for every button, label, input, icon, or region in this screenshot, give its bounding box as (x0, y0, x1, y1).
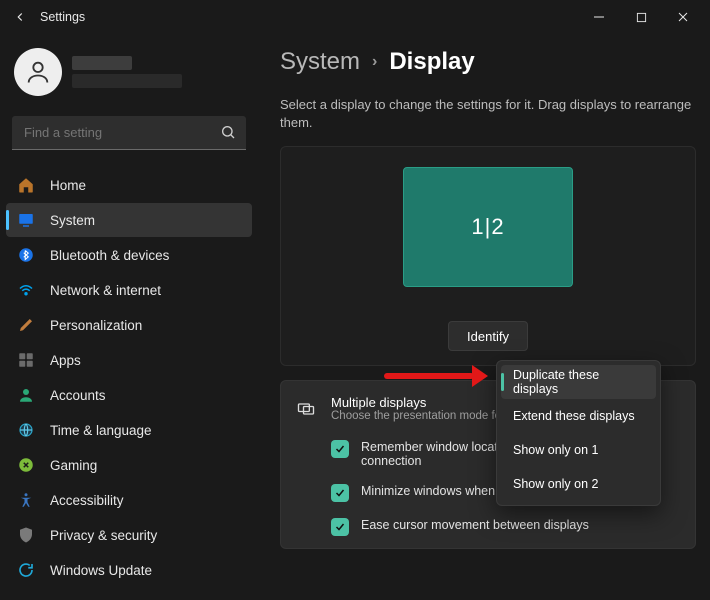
sidebar-item-label: System (50, 213, 95, 228)
content-pane: System › Display Select a display to cha… (258, 34, 710, 600)
accessibility-icon (16, 490, 36, 510)
sidebar-item-label: Accessibility (50, 493, 124, 508)
display-mode-dropdown[interactable]: Duplicate these displays Extend these di… (496, 360, 661, 506)
minimize-button[interactable] (578, 3, 620, 31)
option-show-only-2[interactable]: Show only on 2 (501, 467, 656, 501)
monitor-label: 1|2 (471, 214, 504, 240)
checkbox-checked[interactable] (331, 440, 349, 458)
user-panel[interactable] (6, 42, 252, 112)
sidebar-item-system[interactable]: System (6, 203, 252, 237)
display-hint: Select a display to change the settings … (280, 96, 696, 132)
sidebar-item-gaming[interactable]: Gaming (6, 448, 252, 482)
checkbox-checked[interactable] (331, 484, 349, 502)
user-name-placeholder (72, 56, 182, 88)
back-button[interactable] (6, 3, 34, 31)
sidebar-item-label: Gaming (50, 458, 97, 473)
wifi-icon (16, 280, 36, 300)
sidebar-item-label: Personalization (50, 318, 142, 333)
option-extend[interactable]: Extend these displays (501, 399, 656, 433)
close-button[interactable] (662, 3, 704, 31)
home-icon (16, 175, 36, 195)
accounts-icon (16, 385, 36, 405)
search-icon (220, 124, 236, 145)
sidebar-item-apps[interactable]: Apps (6, 343, 252, 377)
sidebar-item-time-language[interactable]: Time & language (6, 413, 252, 447)
sidebar-item-network[interactable]: Network & internet (6, 273, 252, 307)
nav: Home System Bluetooth & devices Network … (6, 168, 252, 587)
sidebar-item-label: Bluetooth & devices (50, 248, 169, 263)
row-subtitle: Choose the presentation mode for y (331, 410, 514, 422)
sidebar-item-personalization[interactable]: Personalization (6, 308, 252, 342)
checkbox-checked[interactable] (331, 518, 349, 536)
window-title: Settings (40, 10, 85, 24)
display-arrangement-card: 1|2 Identify (280, 146, 696, 366)
sidebar-item-label: Time & language (50, 423, 152, 438)
sidebar-item-accounts[interactable]: Accounts (6, 378, 252, 412)
update-icon (16, 560, 36, 580)
sidebar-item-label: Network & internet (50, 283, 161, 298)
avatar (14, 48, 62, 96)
sidebar-item-bluetooth[interactable]: Bluetooth & devices (6, 238, 252, 272)
row-title: Multiple displays (331, 395, 514, 410)
annotation-arrow (384, 368, 494, 379)
maximize-button[interactable] (620, 3, 662, 31)
sidebar-item-label: Accounts (50, 388, 106, 403)
search-box[interactable] (12, 116, 246, 150)
globe-icon (16, 420, 36, 440)
apps-icon (16, 350, 36, 370)
sidebar-item-accessibility[interactable]: Accessibility (6, 483, 252, 517)
sidebar-item-label: Privacy & security (50, 528, 157, 543)
option-duplicate[interactable]: Duplicate these displays (501, 365, 656, 399)
gaming-icon (16, 455, 36, 475)
sidebar-item-label: Apps (50, 353, 81, 368)
sidebar-item-windows-update[interactable]: Windows Update (6, 553, 252, 587)
monitor-tile[interactable]: 1|2 (403, 167, 573, 287)
identify-button[interactable]: Identify (448, 321, 528, 351)
breadcrumb-current: Display (389, 48, 474, 76)
chevron-right-icon: › (372, 53, 377, 71)
system-icon (16, 210, 36, 230)
sidebar-item-label: Windows Update (50, 563, 152, 578)
bluetooth-icon (16, 245, 36, 265)
ease-cursor-checkbox-row[interactable]: Ease cursor movement between displays (295, 510, 681, 544)
sidebar-item-label: Home (50, 178, 86, 193)
brush-icon (16, 315, 36, 335)
sidebar: Home System Bluetooth & devices Network … (0, 34, 258, 600)
search-input[interactable] (12, 116, 246, 150)
shield-icon (16, 525, 36, 545)
sidebar-item-home[interactable]: Home (6, 168, 252, 202)
sidebar-item-privacy[interactable]: Privacy & security (6, 518, 252, 552)
breadcrumb-parent[interactable]: System (280, 48, 360, 76)
title-bar: Settings (0, 0, 710, 34)
breadcrumb: System › Display (280, 48, 696, 76)
displays-icon (295, 398, 317, 420)
option-show-only-1[interactable]: Show only on 1 (501, 433, 656, 467)
